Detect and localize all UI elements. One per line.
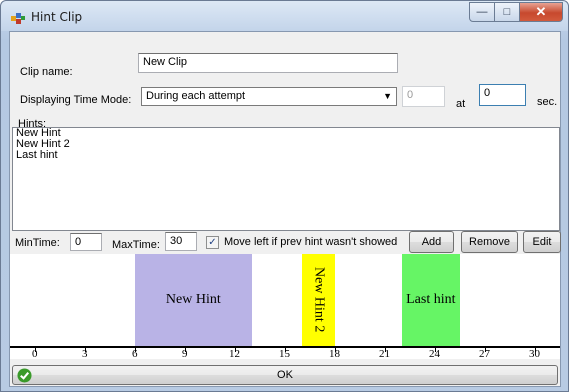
axis-tick-label: 15 bbox=[279, 348, 290, 360]
max-time-label: MaxTime: bbox=[112, 239, 160, 251]
checkmark-icon: ✓ bbox=[208, 237, 217, 248]
axis-tick-label: 21 bbox=[379, 348, 390, 360]
time-axis: 0 3 6 9 12 15 18 21 24 27 30 bbox=[10, 346, 560, 360]
time-mode-label: Displaying Time Mode: bbox=[20, 94, 132, 106]
dialog-body: Clip name: New Clip Displaying Time Mode… bbox=[9, 31, 561, 387]
add-button[interactable]: Add bbox=[409, 231, 454, 253]
min-time-label: MinTime: bbox=[15, 237, 60, 249]
maximize-button[interactable]: □ bbox=[495, 2, 520, 22]
at-seconds-input[interactable]: 0 bbox=[479, 84, 526, 106]
axis-tick-label: 0 bbox=[32, 348, 38, 360]
title-bar[interactable]: Hint Clip — □ ✕ bbox=[1, 1, 568, 31]
clip-name-input[interactable]: New Clip bbox=[138, 53, 398, 73]
list-item[interactable]: Last hint bbox=[13, 150, 559, 161]
timeline-hint-label: New Hint bbox=[165, 292, 221, 307]
clip-name-label: Clip name: bbox=[20, 66, 73, 78]
hint-clip-window: Hint Clip — □ ✕ Clip name: New Clip Disp… bbox=[0, 0, 569, 392]
timeline-hint-label: New Hint 2 bbox=[311, 267, 327, 333]
axis-tick-label: 9 bbox=[182, 348, 188, 360]
axis-tick-label: 27 bbox=[479, 348, 490, 360]
hint-timeline[interactable]: New Hint New Hint 2 Last hint bbox=[10, 254, 560, 346]
axis-tick-label: 24 bbox=[429, 348, 440, 360]
list-item[interactable]: New Hint bbox=[13, 128, 559, 139]
minimize-button[interactable]: — bbox=[469, 2, 495, 22]
chevron-down-icon: ▼ bbox=[383, 91, 392, 101]
remove-button[interactable]: Remove bbox=[461, 231, 518, 253]
axis-tick-label: 12 bbox=[229, 348, 240, 360]
maximize-icon: □ bbox=[503, 6, 511, 18]
max-time-input[interactable]: 30 bbox=[165, 232, 197, 251]
timeline-hint-block[interactable]: New Hint bbox=[135, 254, 252, 346]
close-button[interactable]: ✕ bbox=[520, 2, 563, 22]
minimize-icon: — bbox=[476, 6, 488, 18]
attempt-input[interactable]: 0 bbox=[402, 86, 445, 107]
timeline-hint-label: Last hint bbox=[406, 292, 456, 307]
close-icon: ✕ bbox=[535, 4, 547, 19]
move-left-checkbox[interactable]: ✓ bbox=[206, 236, 219, 249]
list-item[interactable]: New Hint 2 bbox=[13, 139, 559, 150]
axis-tick-label: 6 bbox=[132, 348, 138, 360]
timeline-hint-block[interactable]: Last hint bbox=[401, 254, 460, 346]
axis-tick-label: 30 bbox=[529, 348, 540, 360]
ok-label: OK bbox=[277, 369, 293, 381]
sec-label: sec. bbox=[537, 96, 558, 108]
hints-list[interactable]: New Hint New Hint 2 Last hint bbox=[12, 127, 560, 231]
min-time-input[interactable]: 0 bbox=[70, 233, 102, 251]
move-left-label[interactable]: Move left if prev hint wasn't showed bbox=[224, 236, 397, 248]
axis-tick-label: 3 bbox=[82, 348, 88, 360]
edit-button[interactable]: Edit bbox=[523, 231, 561, 253]
window-title: Hint Clip bbox=[31, 10, 83, 24]
timeline-hint-block[interactable]: New Hint 2 bbox=[301, 254, 335, 346]
at-label: at bbox=[456, 98, 466, 110]
check-circle-icon bbox=[17, 368, 32, 383]
app-icon bbox=[11, 13, 25, 24]
time-mode-select[interactable]: During each attempt ▼ bbox=[141, 87, 397, 106]
ok-button[interactable]: OK bbox=[12, 365, 558, 385]
axis-tick-label: 18 bbox=[329, 348, 340, 360]
time-mode-value: During each attempt bbox=[146, 90, 246, 102]
